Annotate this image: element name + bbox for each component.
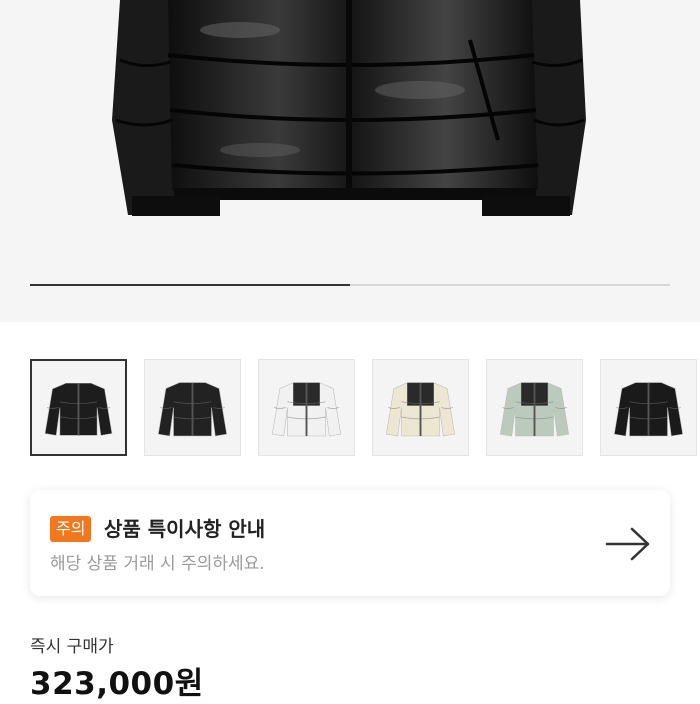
- black-puffer-jacket-icon: [613, 382, 684, 437]
- instant-buy-price: 323,000원: [30, 666, 204, 702]
- image-slide-progress-fill: [30, 284, 350, 286]
- notice-title: 상품 특이사항 안내: [104, 517, 266, 541]
- thumbnail-5[interactable]: [486, 359, 583, 456]
- thumbnail-6[interactable]: [600, 359, 697, 456]
- notice-description: 해당 상품 거래 시 주의하세요.: [50, 554, 265, 574]
- instant-buy-price-label: 즉시 구매가: [30, 637, 114, 657]
- sage-puffer-jacket-icon: [499, 382, 570, 437]
- puffer-jacket-image: [112, 0, 586, 216]
- thumbnail-strip: [30, 359, 700, 459]
- image-slide-progress: [30, 284, 670, 286]
- thumbnail-1[interactable]: [30, 359, 127, 456]
- cream-puffer-jacket-icon: [385, 382, 456, 437]
- caution-badge: 주의: [50, 516, 92, 542]
- thumbnail-3[interactable]: [258, 359, 355, 456]
- product-notice-card[interactable]: 주의 상품 특이사항 안내 해당 상품 거래 시 주의하세요.: [30, 490, 670, 596]
- thumbnail-4[interactable]: [372, 359, 469, 456]
- white-puffer-jacket-icon: [271, 382, 342, 437]
- black-glossy-puffer-jacket-icon: [44, 383, 113, 436]
- thumbnail-2[interactable]: [144, 359, 241, 456]
- black-matte-puffer-jacket-icon: [157, 382, 228, 437]
- arrow-right-icon[interactable]: [604, 526, 652, 562]
- product-main-image[interactable]: [0, 0, 700, 322]
